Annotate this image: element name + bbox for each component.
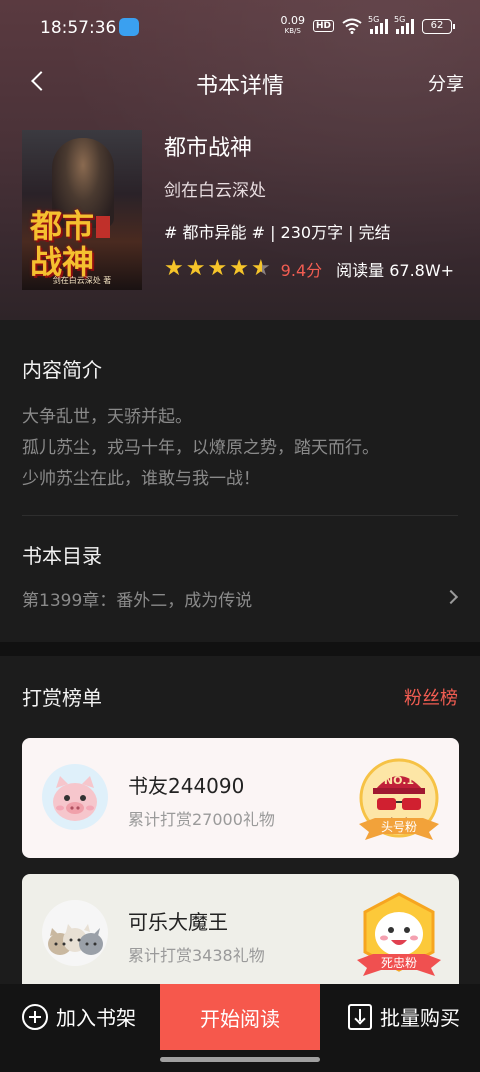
network-speed-value: 0.09: [280, 14, 305, 27]
share-button[interactable]: 分享: [428, 70, 464, 96]
start-reading-label: 开始阅读: [200, 1006, 280, 1031]
divider: [22, 515, 458, 516]
status-time: 18:57:36: [40, 18, 117, 38]
catalog-heading: 书本目录: [22, 544, 102, 568]
network-speed-unit: KB/S: [284, 27, 301, 35]
book-tags: # 都市异能 # | 230万字 | 完结: [164, 223, 391, 242]
intro-heading: 内容简介: [22, 358, 102, 382]
rewards-heading: 打赏榜单: [22, 686, 102, 710]
wifi-icon: [342, 18, 362, 34]
loyal-fan-badge-icon: 死忠粉: [357, 892, 441, 976]
reward-gift-total: 累计打赏3438礼物: [128, 946, 265, 965]
reward-user-name: 可乐大魔王: [128, 910, 228, 934]
badge-label: 死忠粉: [381, 956, 417, 970]
reward-card[interactable]: 书友244090 累计打赏27000礼物 NO.1 头号粉: [22, 738, 459, 858]
start-reading-button[interactable]: 开始阅读: [160, 984, 320, 1050]
signal-icon: 5G: [368, 15, 388, 34]
book-title: 都市战神: [164, 136, 253, 161]
section-gap: [0, 642, 480, 656]
add-circle-icon: [22, 1003, 48, 1030]
book-info: 都市战神 剑在白云深处 # 都市异能 # | 230万字 | 完结 ★ ★ ★ …: [164, 130, 454, 281]
cover-seal: [96, 216, 110, 238]
cover-title-text: 都市战神: [30, 207, 95, 281]
reward-card[interactable]: 可乐大魔王 累计打赏3438礼物 死忠粉: [22, 874, 459, 986]
book-score: 9.4分: [280, 261, 323, 280]
star-icon: ★: [207, 256, 228, 281]
home-indicator[interactable]: [160, 1057, 320, 1062]
star-rating: ★ ★ ★ ★ ★: [164, 258, 271, 280]
pig-avatar-icon: [53, 776, 97, 821]
chevron-right-icon: [443, 589, 459, 605]
badge-rank-text: NO.1: [384, 774, 414, 787]
bulk-purchase-label: 批量购买: [380, 1006, 460, 1030]
battery-level: 62: [430, 19, 444, 31]
reward-user-name: 书友244090: [128, 774, 245, 798]
status-bar: 18:57:36 0.09 KB/S HD 5G 5G 62: [0, 0, 480, 56]
fans-ranking-link[interactable]: 粉丝榜: [404, 684, 458, 710]
app-notification-icon: [119, 18, 139, 36]
avatar: [42, 764, 108, 830]
status-icons: 0.09 KB/S HD 5G 5G 62: [280, 14, 455, 36]
battery-icon: 62: [422, 18, 455, 34]
cover-author: 剑在白云深处 著: [52, 276, 112, 285]
add-to-shelf-button[interactable]: 加入书架: [22, 1002, 136, 1031]
book-author[interactable]: 剑在白云深处: [164, 176, 454, 201]
cover-title: 都市战神: [30, 208, 100, 280]
star-icon: ★: [229, 256, 249, 281]
avatar: [42, 900, 108, 966]
read-count: 阅读量 67.8W+: [336, 261, 455, 280]
reward-gift-total: 累计打赏27000礼物: [128, 810, 275, 829]
star-icon: ★: [164, 256, 184, 281]
half-star-icon: ★: [250, 256, 271, 281]
signal-1-label: 5G: [368, 15, 380, 24]
add-to-shelf-label: 加入书架: [56, 1006, 136, 1030]
top-navigation: 书本详情 分享: [0, 56, 480, 106]
signal-icon: 5G: [394, 15, 414, 34]
book-rating: ★ ★ ★ ★ ★ 9.4分 阅读量 67.8W+: [164, 257, 454, 281]
top-fan-badge-icon: NO.1 头号粉: [359, 758, 439, 840]
star-icon: ★: [185, 256, 206, 281]
book-cover[interactable]: 都市战神 剑在白云深处 著: [22, 130, 142, 290]
network-speed: 0.09 KB/S: [280, 14, 305, 36]
download-icon: [348, 1003, 372, 1030]
hd-icon: HD: [312, 20, 334, 32]
intro-line: 孤儿苏尘，戎马十年，以燎原之势，踏天而行。: [22, 438, 379, 458]
intro-line: 少帅苏尘在此，谁敢与我一战！: [22, 469, 260, 489]
catalog-latest-chapter[interactable]: 第1399章：番外二，成为传说: [22, 586, 462, 614]
cats-avatar-icon: [48, 924, 103, 955]
page-title: 书本详情: [195, 74, 284, 99]
intro-text: 大争乱世，天骄并起。 孤儿苏尘，戎马十年，以燎原之势，踏天而行。 少帅苏尘在此，…: [22, 402, 379, 495]
latest-chapter-text: 第1399章：番外二，成为传说: [22, 591, 253, 611]
signal-2-label: 5G: [394, 15, 406, 24]
intro-line: 大争乱世，天骄并起。: [22, 407, 192, 427]
badge-label: 头号粉: [381, 820, 417, 834]
bulk-purchase-button[interactable]: 批量购买: [348, 1002, 460, 1031]
